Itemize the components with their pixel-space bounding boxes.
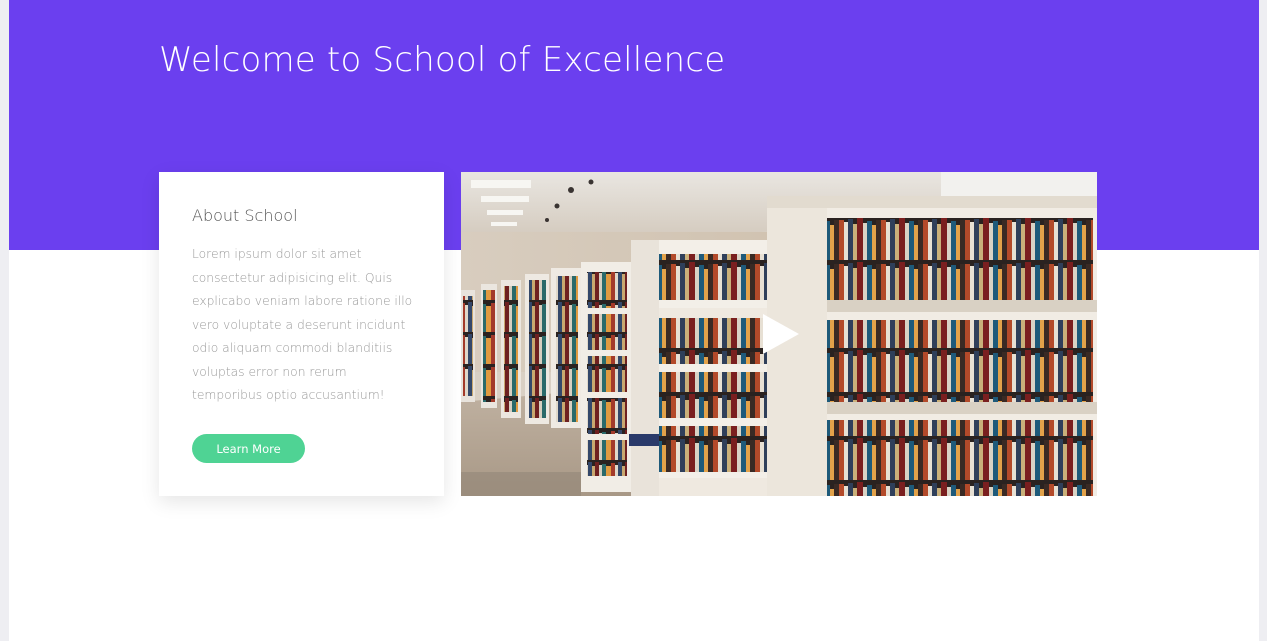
about-text: Lorem ipsum dolor sit amet consectetur a… (192, 247, 413, 402)
video-thumbnail[interactable] (461, 172, 1097, 496)
page: Welcome to School of Excellence About Sc… (9, 0, 1259, 641)
play-icon[interactable] (755, 310, 803, 358)
page-title: Welcome to School of Excellence (159, 40, 726, 80)
learn-more-button[interactable]: Learn More (192, 434, 305, 463)
about-card: About School Lorem ipsum dolor sit amet … (159, 172, 444, 496)
about-title: About School (192, 206, 298, 225)
